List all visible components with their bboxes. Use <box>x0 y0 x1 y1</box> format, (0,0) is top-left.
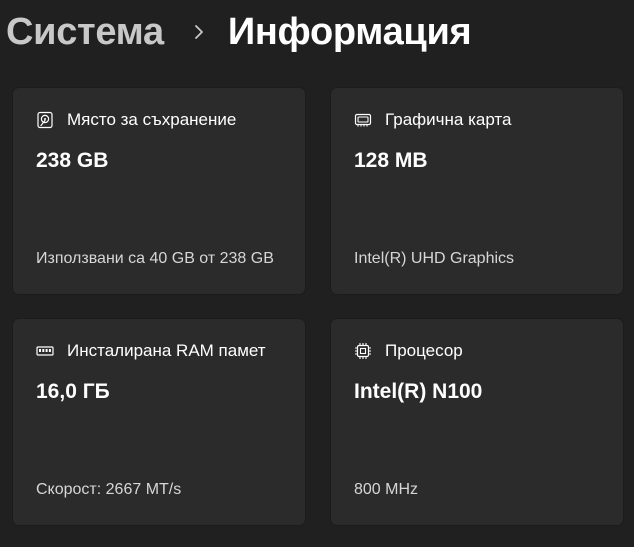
ram-label: Инсталирана RAM памет <box>67 341 266 360</box>
chevron-right-icon <box>190 23 208 41</box>
cpu-card-header: Процесор <box>354 341 463 361</box>
cpu-card: Процесор Intel(R) N100 800 MHz <box>330 318 624 526</box>
memory-icon <box>36 342 54 360</box>
gpu-detail: Intel(R) UHD Graphics <box>354 250 515 267</box>
ram-value: 16,0 ГБ <box>36 380 110 403</box>
cpu-value: Intel(R) N100 <box>354 380 483 403</box>
storage-card: Място за съхранение 238 GB Използвани са… <box>12 87 306 295</box>
gpu-label: Графична карта <box>385 110 512 129</box>
graphics-card-icon <box>354 111 372 129</box>
storage-card-header: Място за съхранение <box>36 110 236 130</box>
gpu-card-header: Графична карта <box>354 110 511 130</box>
breadcrumb: Система Информация <box>6 6 472 58</box>
gpu-card: Графична карта 128 MB Intel(R) UHD Graph… <box>330 87 624 295</box>
storage-label: Място за съхранение <box>67 110 237 129</box>
ram-card-header: Инсталирана RAM памет <box>36 341 266 361</box>
ram-detail: Скорост: 2667 MT/s <box>36 481 182 498</box>
page-title: Информация <box>227 10 472 53</box>
cpu-label: Процесор <box>385 341 463 360</box>
ram-card: Инсталирана RAM памет 16,0 ГБ Скорост: 2… <box>12 318 306 526</box>
hard-drive-icon <box>36 111 54 129</box>
storage-detail: Използвани са 40 GB от 238 GB <box>36 250 274 267</box>
breadcrumb-parent-link[interactable]: Система <box>6 11 164 54</box>
cpu-detail: 800 MHz <box>354 481 419 498</box>
storage-value: 238 GB <box>36 149 109 172</box>
processor-icon <box>354 342 372 360</box>
gpu-value: 128 MB <box>354 149 428 172</box>
